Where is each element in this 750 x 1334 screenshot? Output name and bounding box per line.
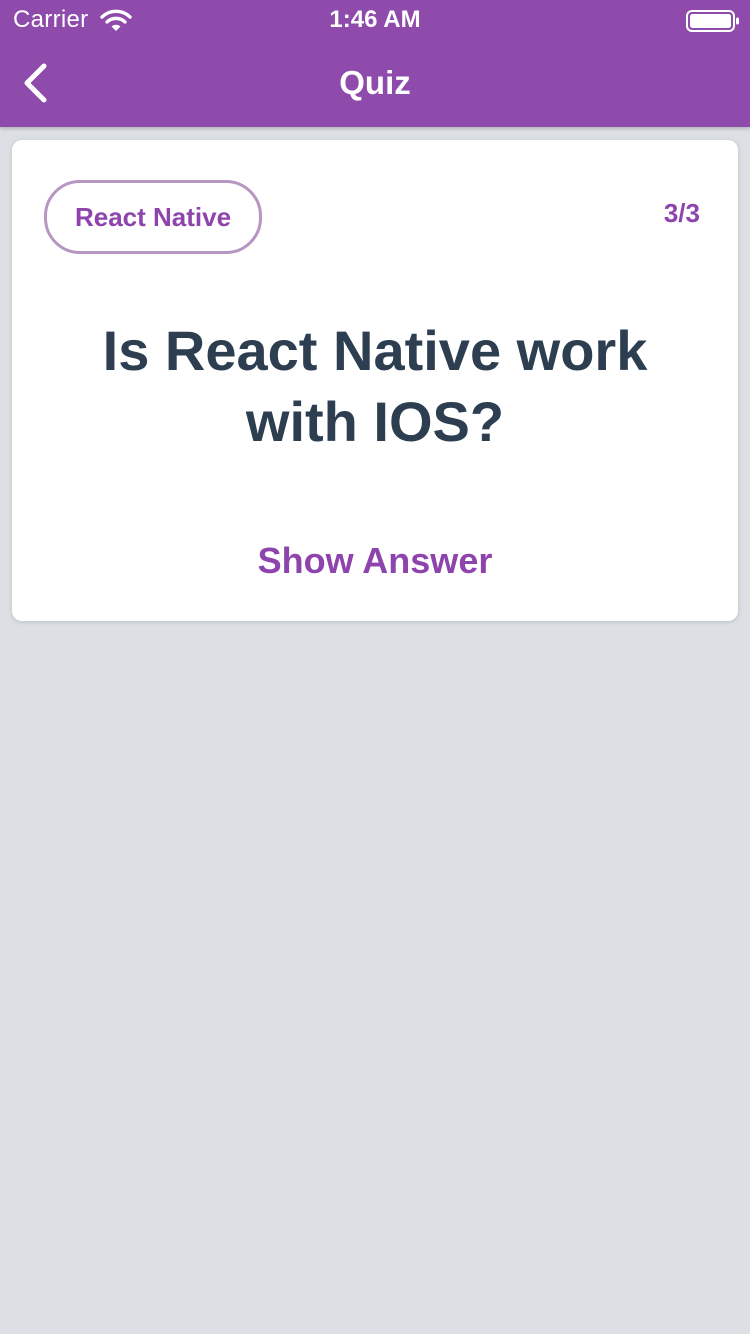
quiz-card: React Native 3/3 Is React Native work wi… [12,140,738,621]
page-title: Quiz [339,64,411,101]
status-bar: Carrier 1:46 AM [0,0,750,40]
show-answer-button[interactable]: Show Answer [12,540,738,582]
status-time: 1:46 AM [329,6,421,33]
battery-icon [686,10,739,32]
header: Carrier 1:46 AM Quiz [0,0,750,127]
deck-badge-label: React Native [74,202,232,232]
deck-badge: React Native [44,180,262,254]
question-text: Is React Native work with IOS? [102,319,648,453]
question-counter: 3/3 [663,198,700,228]
nav-bar: Quiz [0,40,750,127]
